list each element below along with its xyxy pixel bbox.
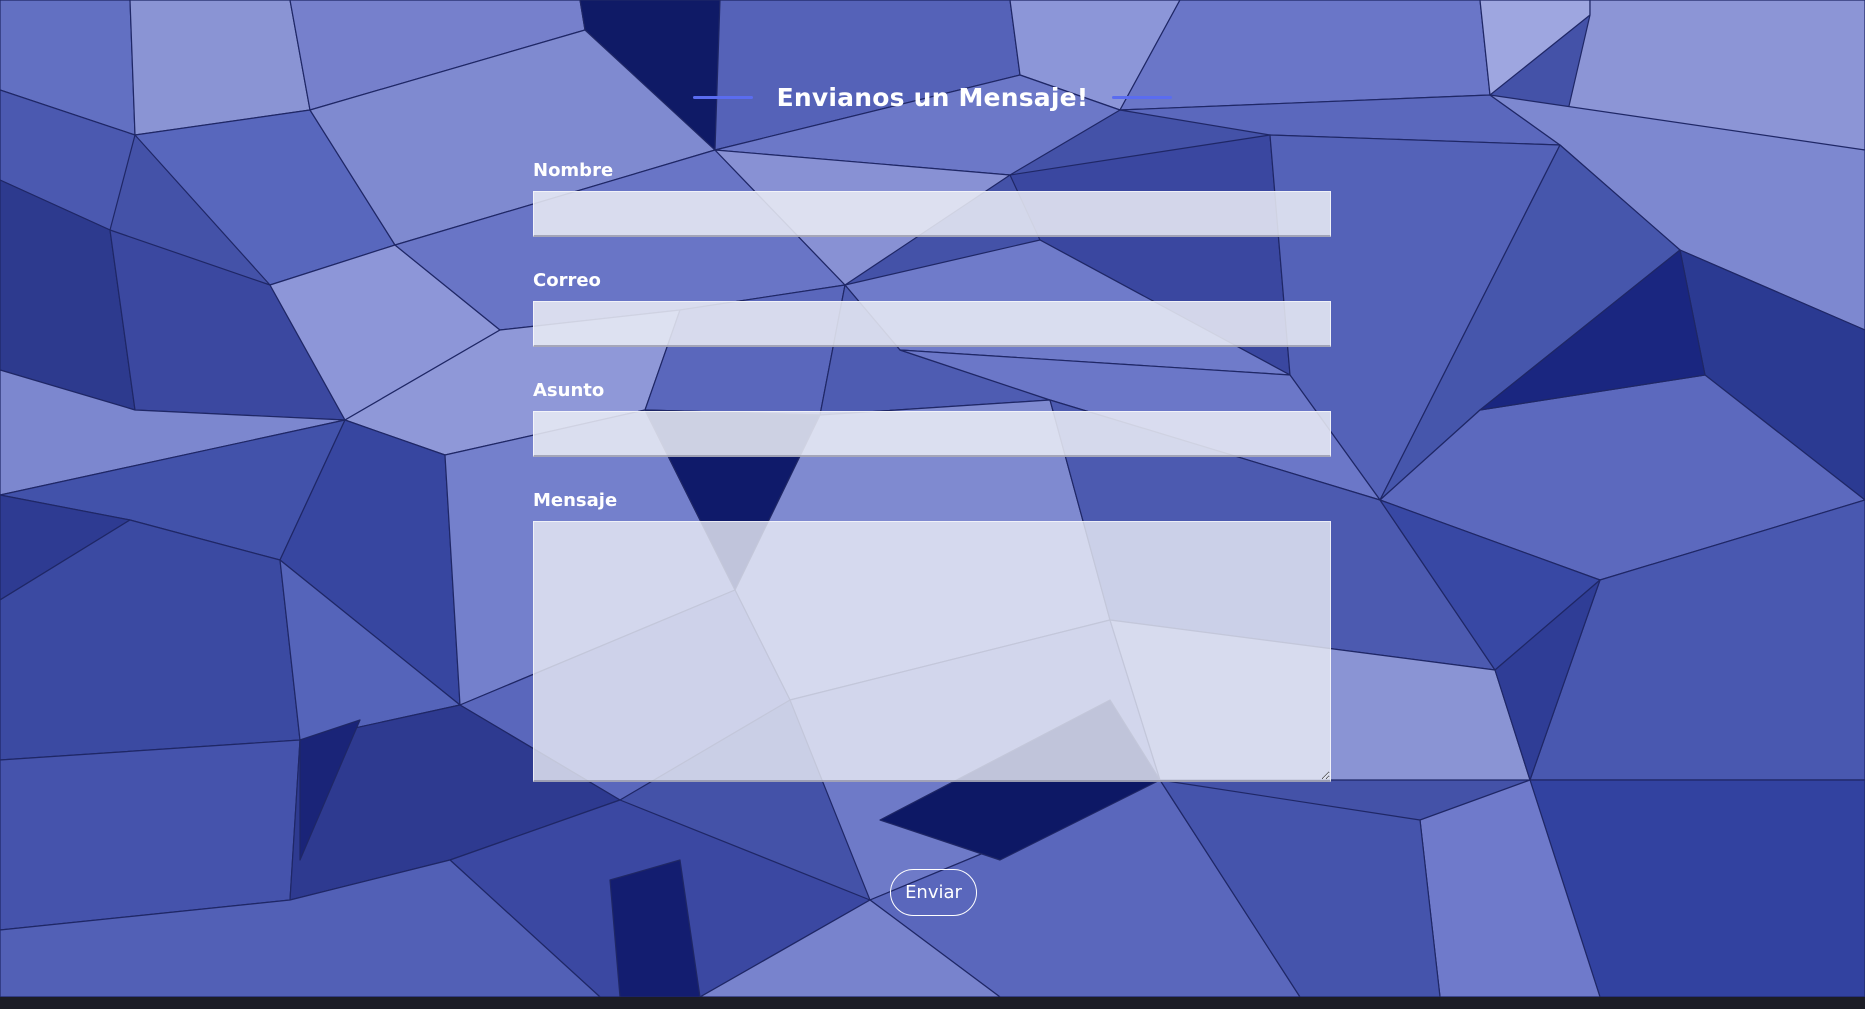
contact-form: Envianos un Mensaje! Nombre Correo Asunt… [0, 0, 1865, 997]
nombre-input[interactable] [533, 191, 1331, 237]
form-title: Envianos un Mensaje! [776, 82, 1089, 112]
correo-input[interactable] [533, 301, 1331, 347]
mensaje-textarea[interactable] [533, 521, 1331, 782]
send-button[interactable]: Enviar [890, 869, 977, 916]
asunto-label: Asunto [533, 380, 605, 401]
bottom-bar [0, 997, 1865, 1009]
title-accent-line-right [1112, 95, 1173, 99]
title-accent-line-left [692, 95, 753, 99]
form-header: Envianos un Mensaje! [0, 74, 1865, 120]
mensaje-label: Mensaje [533, 490, 618, 511]
nombre-label: Nombre [533, 160, 614, 181]
asunto-input[interactable] [533, 411, 1331, 457]
correo-label: Correo [533, 270, 601, 291]
